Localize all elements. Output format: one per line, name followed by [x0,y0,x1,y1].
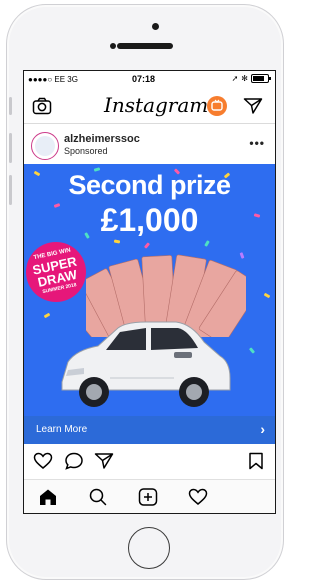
chevron-right-icon: › [260,421,265,437]
learn-more-label: Learn More [36,424,88,435]
ad-prize-amount: £1,000 [100,202,199,238]
more-options-icon[interactable]: ••• [249,136,265,150]
camera-icon[interactable] [32,97,52,120]
battery-icon [251,74,271,83]
carrier-signal: ●●●●○ EE 3G [28,75,78,84]
avatar[interactable] [31,132,59,160]
learn-more-button[interactable]: Learn More › [24,416,275,444]
post-username[interactable]: alzheimerssoc [64,133,140,145]
igtv-icon[interactable] [207,96,227,116]
mute-switch [9,97,12,115]
earpiece-speaker [117,43,173,49]
app-header: Instagram [24,89,275,124]
clock: 07:18 [132,74,156,84]
volume-up-button [9,133,12,163]
bottom-tab-bar [24,479,275,513]
activity-heart-icon[interactable] [188,488,208,511]
heart-icon[interactable] [33,452,53,475]
home-button[interactable] [128,527,170,569]
comment-icon[interactable] [64,452,84,475]
ad-image[interactable]: Second prize £1,000 THE BIG WIN SUPER DR… [24,164,275,416]
sponsored-label: Sponsored [64,146,108,156]
post-actions [24,444,275,476]
post-header: alzheimerssoc Sponsored ••• [24,124,275,164]
direct-send-icon[interactable] [243,97,263,120]
location-arrow-icon: ➚ [231,74,239,83]
add-post-icon[interactable] [138,488,158,511]
share-icon[interactable] [94,452,114,475]
home-icon[interactable] [38,488,58,511]
status-bar: ●●●●○ EE 3G 07:18 ➚ ✻ [24,71,275,89]
ad-headline: Second prize [68,170,231,200]
super-draw-badge: THE BIG WIN SUPER DRAW SUMMER 2018 [24,236,92,308]
bookmark-icon[interactable] [248,452,264,475]
app-screen: ●●●●○ EE 3G 07:18 ➚ ✻ Instagram alzheime… [23,70,276,514]
proximity-sensor [110,43,116,49]
app-logo: Instagram [104,93,209,117]
brand-logo-icon [35,136,55,156]
search-icon[interactable] [88,488,108,511]
status-icons: ➚ ✻ [231,74,271,83]
car-image [61,321,231,407]
volume-down-button [9,175,12,205]
bluetooth-icon: ✻ [241,74,248,83]
front-camera [152,23,159,30]
